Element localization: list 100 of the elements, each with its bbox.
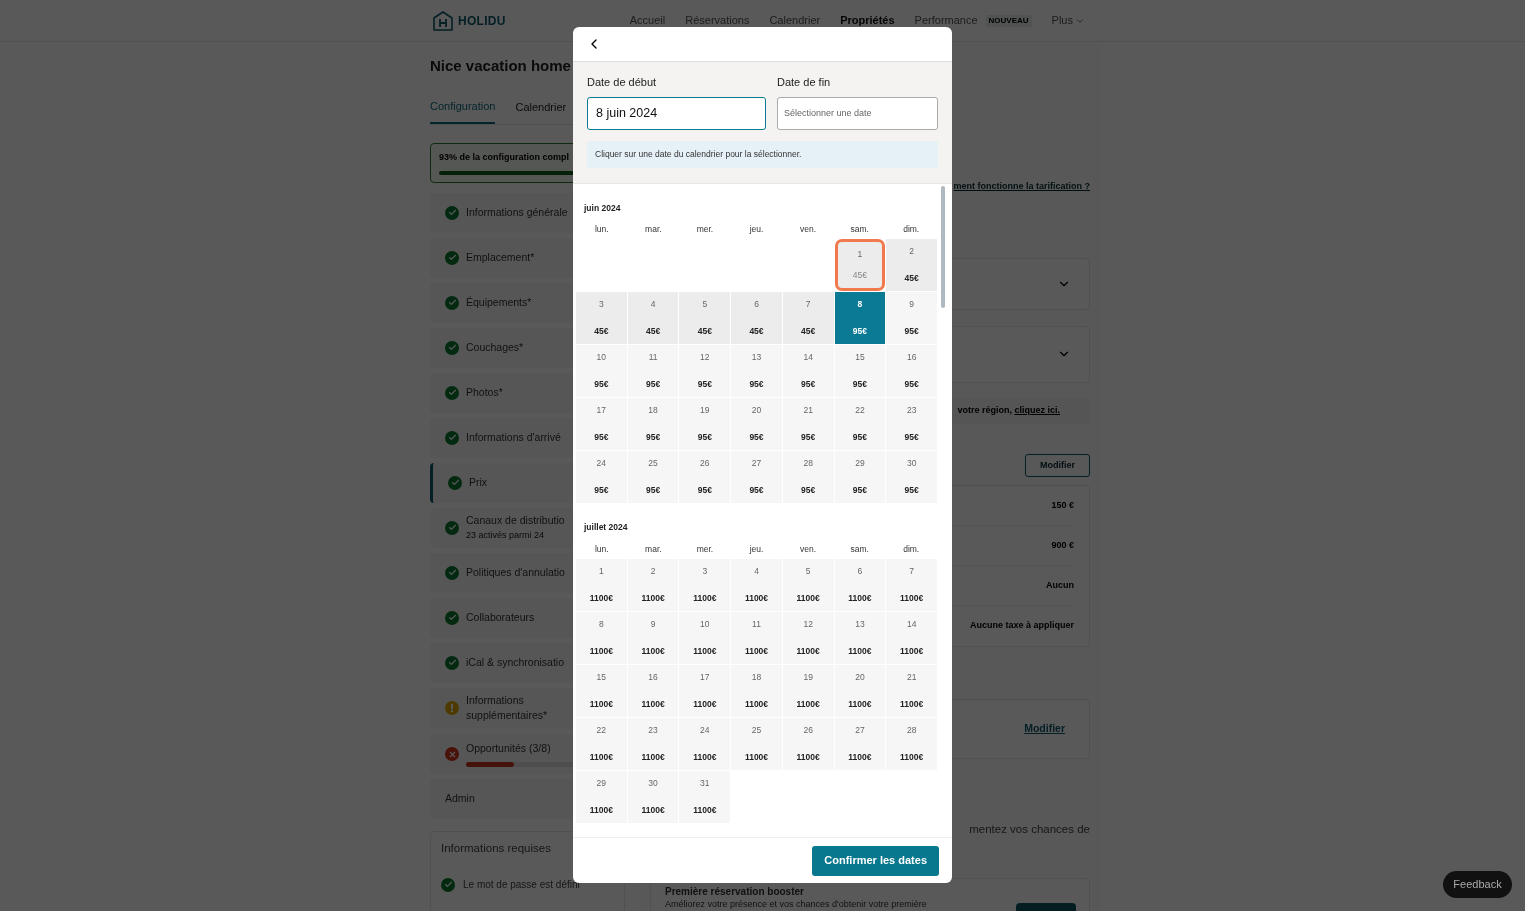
day-cell[interactable]: 30 95€ xyxy=(886,451,937,503)
day-cell[interactable]: 5 45€ xyxy=(679,292,731,344)
day-cell[interactable]: 8 95€ xyxy=(834,292,886,344)
feedback-button[interactable]: Feedback xyxy=(1443,871,1512,898)
end-date-label: Date de fin xyxy=(777,75,832,90)
day-cell[interactable]: 24 1100€ xyxy=(679,717,731,770)
booster-text: Améliorez votre présence et vos chances d'obtenir votre première xyxy=(665,900,927,910)
weekday-label: sam. xyxy=(849,223,870,237)
day-cell[interactable]: 25 1100€ xyxy=(731,717,782,770)
scrollbar[interactable] xyxy=(941,185,945,308)
new-badge: NOUVEAU xyxy=(985,14,1032,27)
sidebar-item-label: Prix xyxy=(469,474,488,490)
sidebar-item-label: Informations d'arrivé xyxy=(466,429,561,445)
day-cell[interactable]: 28 95€ xyxy=(782,451,834,503)
day-cell[interactable]: 8 1100€ xyxy=(576,611,627,664)
chances-text: mentez vos chances de xyxy=(969,822,1090,837)
hint-text: Cliquer sur une date du calendrier pour la sélectionner. xyxy=(595,147,802,161)
day-cell[interactable]: 31 1100€ xyxy=(679,770,731,823)
day-cell[interactable]: 1 45€ xyxy=(834,239,886,291)
day-cell[interactable]: 9 95€ xyxy=(886,292,937,344)
sidebar-item-label: Informations supplémentaires* xyxy=(466,692,549,724)
fee-value: Aucune taxe à appliquer xyxy=(969,619,1074,633)
day-cell[interactable]: 16 1100€ xyxy=(627,664,679,717)
day-cell[interactable]: 30 1100€ xyxy=(627,770,679,823)
weekday-label: mar. xyxy=(644,223,663,237)
day-cell[interactable]: 18 95€ xyxy=(627,398,679,450)
day-cell[interactable]: 27 1100€ xyxy=(834,717,886,770)
day-cell[interactable]: 2 45€ xyxy=(886,239,937,291)
day-cell[interactable]: 13 95€ xyxy=(731,345,782,397)
progress-label: 93% de la configuration compl xyxy=(439,151,570,164)
weekday-label: mer. xyxy=(695,223,715,237)
day-cell[interactable]: 21 1100€ xyxy=(886,664,937,717)
day-cell[interactable]: 23 1100€ xyxy=(627,717,679,770)
weekday-label: ven. xyxy=(799,542,818,556)
day-cell[interactable]: 21 95€ xyxy=(782,398,834,450)
sidebar-item-subtitle: 23 activés parmi 24 xyxy=(466,528,546,542)
day-cell[interactable]: 18 1100€ xyxy=(731,664,782,717)
day-cell[interactable]: 25 95€ xyxy=(627,451,679,503)
day-cell[interactable]: 12 1100€ xyxy=(782,611,834,664)
day-cell[interactable]: 11 1100€ xyxy=(731,611,782,664)
day-cell[interactable]: 29 95€ xyxy=(834,451,886,503)
day-cell[interactable]: 15 1100€ xyxy=(576,664,627,717)
day-cell[interactable]: 24 95€ xyxy=(576,451,627,503)
day-cell[interactable]: 15 95€ xyxy=(834,345,886,397)
day-cell[interactable]: 13 1100€ xyxy=(834,611,886,664)
day-cell[interactable]: 11 95€ xyxy=(627,345,679,397)
day-cell[interactable]: 9 1100€ xyxy=(627,611,679,664)
day-cell[interactable]: 23 95€ xyxy=(886,398,937,450)
end-date-field[interactable]: Sélectionner une date xyxy=(777,96,938,130)
fee-value: Aucun xyxy=(1046,578,1074,592)
day-cell[interactable]: 22 95€ xyxy=(834,398,886,450)
day-cell[interactable]: 3 1100€ xyxy=(679,558,731,611)
day-cell[interactable]: 27 95€ xyxy=(731,451,782,503)
day-cell[interactable]: 14 1100€ xyxy=(886,611,937,664)
month-title: juin 2024 xyxy=(583,201,622,215)
weekday-label: dim. xyxy=(902,542,921,556)
day-cell[interactable]: 16 95€ xyxy=(886,345,937,397)
day-cell[interactable]: 10 95€ xyxy=(576,345,627,397)
day-cell[interactable]: 10 1100€ xyxy=(679,611,731,664)
weekday-label: jeu. xyxy=(748,223,765,237)
sidebar-item-label: Admin xyxy=(445,791,475,807)
day-cell[interactable]: 19 1100€ xyxy=(782,664,834,717)
day-cell[interactable]: 22 1100€ xyxy=(576,717,627,770)
start-date-label: Date de début xyxy=(587,75,658,90)
booster-title: Première réservation booster xyxy=(665,887,805,898)
day-cell[interactable]: 5 1100€ xyxy=(782,558,834,611)
day-cell[interactable]: 3 45€ xyxy=(576,292,627,344)
day-cell[interactable]: 14 95€ xyxy=(782,345,834,397)
sidebar-item-label: Photos* xyxy=(466,384,503,400)
day-cell[interactable]: 4 45€ xyxy=(627,292,679,344)
day-cell[interactable]: 6 1100€ xyxy=(834,558,886,611)
day-cell[interactable]: 19 95€ xyxy=(679,398,731,450)
day-cell[interactable]: 20 95€ xyxy=(731,398,782,450)
day-cell[interactable]: 4 1100€ xyxy=(731,558,782,611)
house-logo-icon xyxy=(432,9,454,32)
page-title: Nice vacation home xyxy=(430,56,571,76)
weekday-label: ven. xyxy=(799,223,818,237)
day-cell[interactable]: 26 1100€ xyxy=(782,717,834,770)
day-cell[interactable]: 7 1100€ xyxy=(886,558,937,611)
day-cell[interactable]: 28 1100€ xyxy=(886,717,937,770)
day-cell[interactable]: 29 1100€ xyxy=(576,770,627,823)
fee-value: 900 € xyxy=(1051,538,1074,552)
sidebar-item-label: Canaux de distributio xyxy=(466,512,565,528)
day-cell[interactable]: 1 1100€ xyxy=(576,558,627,611)
day-cell[interactable]: 6 45€ xyxy=(731,292,782,344)
weekday-label: mer. xyxy=(695,542,715,556)
fee-value: 150 € xyxy=(1051,498,1074,512)
start-date-field[interactable]: 8 juin 2024 xyxy=(587,96,766,130)
sidebar-item-label: Équipements* xyxy=(466,294,532,310)
day-cell[interactable]: 17 95€ xyxy=(576,398,627,450)
required-item: Le mot de passe est défini xyxy=(463,878,580,893)
day-cell[interactable]: 2 1100€ xyxy=(627,558,679,611)
sidebar-item-label: Couchages* xyxy=(466,339,524,355)
weekday-label: dim. xyxy=(902,223,921,237)
day-cell[interactable]: 7 45€ xyxy=(782,292,834,344)
day-cell[interactable]: 17 1100€ xyxy=(679,664,731,717)
day-cell[interactable]: 20 1100€ xyxy=(834,664,886,717)
day-cell[interactable]: 12 95€ xyxy=(679,345,731,397)
day-cell[interactable]: 26 95€ xyxy=(679,451,731,503)
confirm-button[interactable]: Confirmer les dates xyxy=(812,845,939,876)
